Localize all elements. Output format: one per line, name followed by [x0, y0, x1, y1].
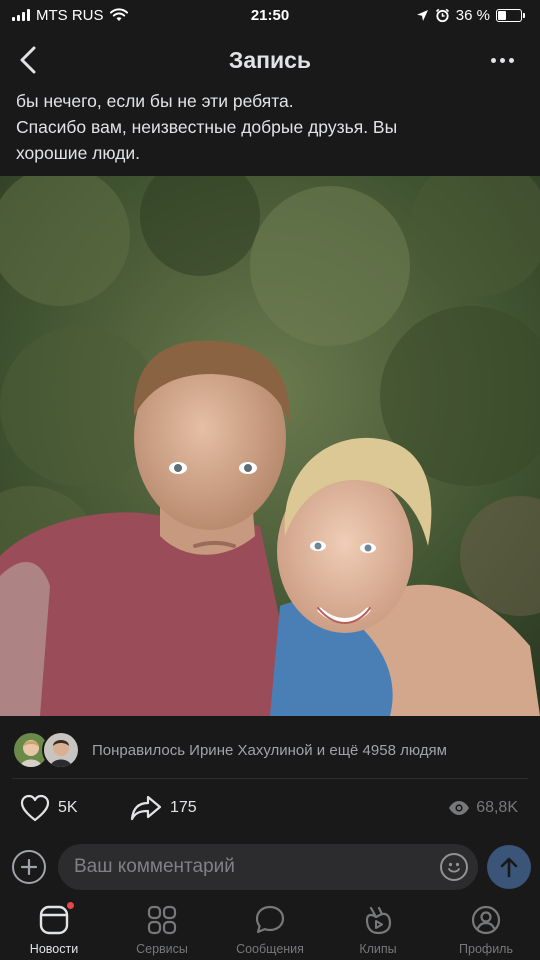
share-button[interactable]: 175 — [130, 795, 197, 821]
plus-icon — [21, 859, 37, 875]
battery-level — [498, 10, 506, 20]
post-text-line: Спасибо вам, неизвестные добрые друзья. … — [16, 117, 398, 137]
more-dot-icon — [490, 57, 496, 63]
tab-label: Профиль — [459, 942, 513, 956]
share-icon — [130, 795, 162, 821]
likes-summary-text: Понравилось Ирине Хахулиной и ещё 4958 л… — [92, 741, 447, 759]
tab-label: Новости — [29, 942, 79, 956]
arrow-up-icon — [500, 857, 518, 878]
like-button[interactable]: 5K — [20, 794, 78, 822]
tab-news[interactable]: Новости — [0, 896, 108, 960]
news-icon — [39, 905, 69, 935]
more-dot-icon — [499, 57, 505, 63]
views-counter: 68,8K — [448, 799, 518, 817]
tab-profile[interactable]: Профиль — [432, 896, 540, 960]
more-options-button[interactable] — [482, 40, 522, 80]
tab-label: Клипы — [359, 942, 397, 956]
post-text-line: бы нечего, если бы не эти ребята. — [16, 91, 294, 111]
eye-icon — [449, 801, 470, 815]
status-right: 36 % — [416, 6, 525, 24]
avatar-image — [44, 733, 78, 767]
likes-count: 5K — [58, 799, 78, 816]
tab-clips[interactable]: Клипы — [324, 896, 432, 960]
post-text: бы нечего, если бы не эти ребята. Спасиб… — [16, 88, 526, 166]
back-button[interactable] — [8, 40, 48, 80]
clips-icon — [365, 906, 392, 935]
battery-percent: 36 % — [455, 6, 490, 24]
send-button[interactable] — [487, 845, 531, 889]
tab-label: Сообщения — [236, 942, 304, 956]
status-bar: MTS RUS 21:50 36 % — [0, 0, 540, 30]
views-count: 68,8K — [476, 799, 518, 816]
carrier-label: MTS RUS — [36, 6, 104, 24]
status-left: MTS RUS — [12, 7, 128, 24]
chevron-left-icon — [20, 46, 36, 74]
comment-input[interactable] — [58, 844, 478, 890]
notification-dot — [66, 901, 75, 910]
avatar[interactable] — [42, 731, 80, 769]
tab-label: Сервисы — [136, 942, 188, 956]
messages-icon — [255, 905, 285, 934]
post-text-line: хорошие люди. — [16, 143, 140, 163]
wifi-icon — [109, 8, 128, 21]
likes-summary[interactable]: Понравилось Ирине Хахулиной и ещё 4958 л… — [12, 728, 532, 772]
tab-bar: Новости Сервисы Сообщения Клипы Профиль — [0, 896, 540, 960]
post-photo[interactable] — [0, 176, 540, 716]
tab-messages[interactable]: Сообщения — [216, 896, 324, 960]
tab-services[interactable]: Сервисы — [108, 896, 216, 960]
smile-icon — [448, 862, 460, 873]
more-dot-icon — [508, 57, 514, 63]
divider — [12, 778, 528, 779]
battery-icon — [496, 8, 525, 22]
alarm-icon — [435, 8, 449, 22]
signal-icon — [12, 9, 30, 21]
shares-count: 175 — [170, 799, 197, 816]
post-actions: 5K 175 68,8K — [0, 786, 540, 830]
attach-button[interactable] — [12, 850, 46, 884]
services-icon — [147, 905, 177, 935]
page-title: Запись — [228, 46, 312, 73]
photo-illustration — [0, 176, 540, 716]
header: Запись — [0, 30, 540, 90]
comment-bar — [0, 838, 540, 896]
location-arrow-icon — [416, 9, 428, 21]
emoji-button[interactable] — [440, 853, 468, 881]
profile-icon — [471, 905, 501, 935]
heart-icon — [20, 794, 50, 822]
